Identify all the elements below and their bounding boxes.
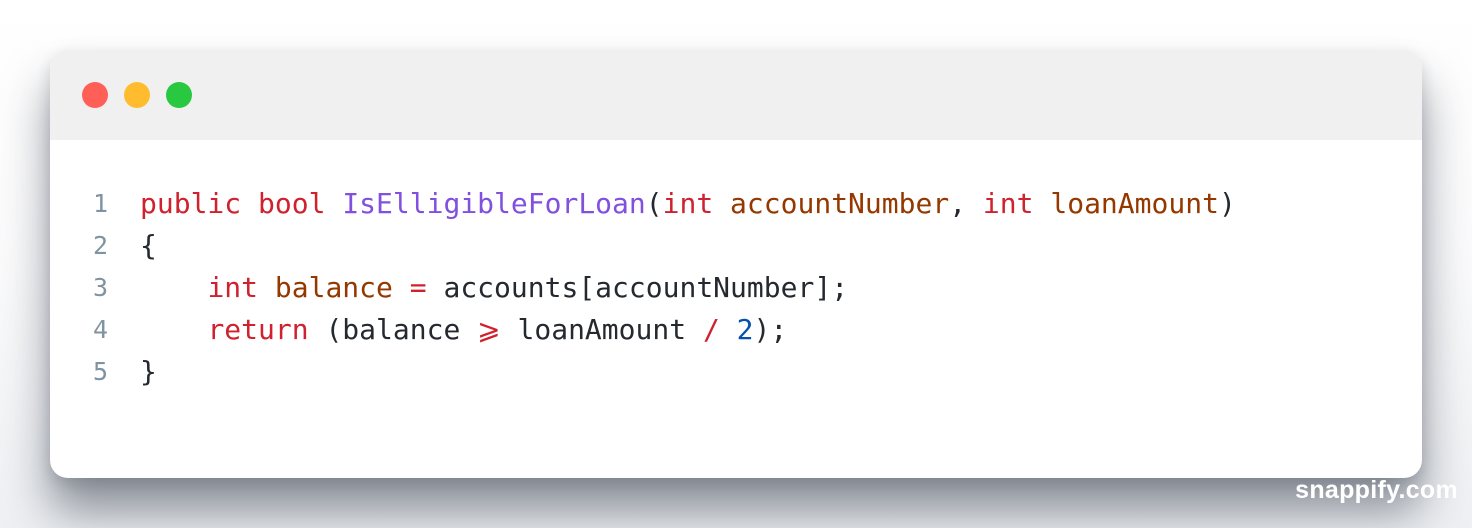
code-block: 1 public bool IsElligibleForLoan(int acco… (50, 183, 1422, 393)
code-token-plain: (balance (308, 313, 478, 346)
code-token-parameter: loanAmount (1050, 187, 1219, 220)
zoom-window-button[interactable] (166, 82, 192, 108)
code-token-keyword: int (662, 187, 714, 220)
code-token-operator: ⩾ (477, 313, 501, 346)
code-line: 3 int balance = accounts[accountNumber]; (50, 267, 1422, 309)
line-number: 3 (92, 273, 108, 302)
code-token-keyword: public (140, 187, 242, 220)
code-token-plain: ); (753, 313, 788, 346)
code-token-number: 2 (736, 313, 754, 346)
code-window: 1 public bool IsElligibleForLoan(int acco… (50, 50, 1422, 478)
code-line-text: public bool IsElligibleForLoan(int accou… (140, 183, 1236, 225)
code-token-plain: accounts[accountNumber]; (426, 271, 849, 304)
minimize-window-button[interactable] (124, 82, 150, 108)
code-line: 4 return (balance ⩾ loanAmount / 2); (50, 309, 1422, 351)
code-line-text: } (140, 351, 157, 393)
code-line-text: { (140, 225, 157, 267)
code-token-plain: } (140, 355, 157, 388)
line-number: 1 (92, 189, 108, 218)
watermark: snappify.com (1295, 476, 1458, 504)
code-line-text: return (balance ⩾ loanAmount / 2); (140, 309, 787, 351)
line-number: 2 (92, 231, 108, 260)
code-token-keyword: int (982, 187, 1034, 220)
code-token-operator: / (702, 313, 720, 346)
code-token-plain: ( (645, 187, 663, 220)
code-line: 5} (50, 351, 1422, 393)
code-token-keyword: int (207, 271, 259, 304)
code-token-plain: { (140, 229, 157, 262)
code-token-parameter: balance (274, 271, 393, 304)
code-token-plain: ) (1218, 187, 1236, 220)
code-token-keyword: bool (258, 187, 326, 220)
line-number: 5 (92, 357, 108, 386)
code-token-function: IsElligibleForLoan (342, 187, 646, 220)
code-token-plain: loanAmount (500, 313, 703, 346)
code-line: 1 public bool IsElligibleForLoan(int acco… (50, 183, 1422, 225)
close-window-button[interactable] (82, 82, 108, 108)
code-token-plain: , (949, 187, 983, 220)
line-number: 4 (92, 315, 108, 344)
code-line-text: int balance = accounts[accountNumber]; (140, 267, 848, 309)
code-token-keyword: return (207, 313, 309, 346)
code-token-operator: = (409, 271, 427, 304)
code-line: 2{ (50, 225, 1422, 267)
window-titlebar (50, 50, 1422, 140)
code-token-parameter: accountNumber (730, 187, 950, 220)
